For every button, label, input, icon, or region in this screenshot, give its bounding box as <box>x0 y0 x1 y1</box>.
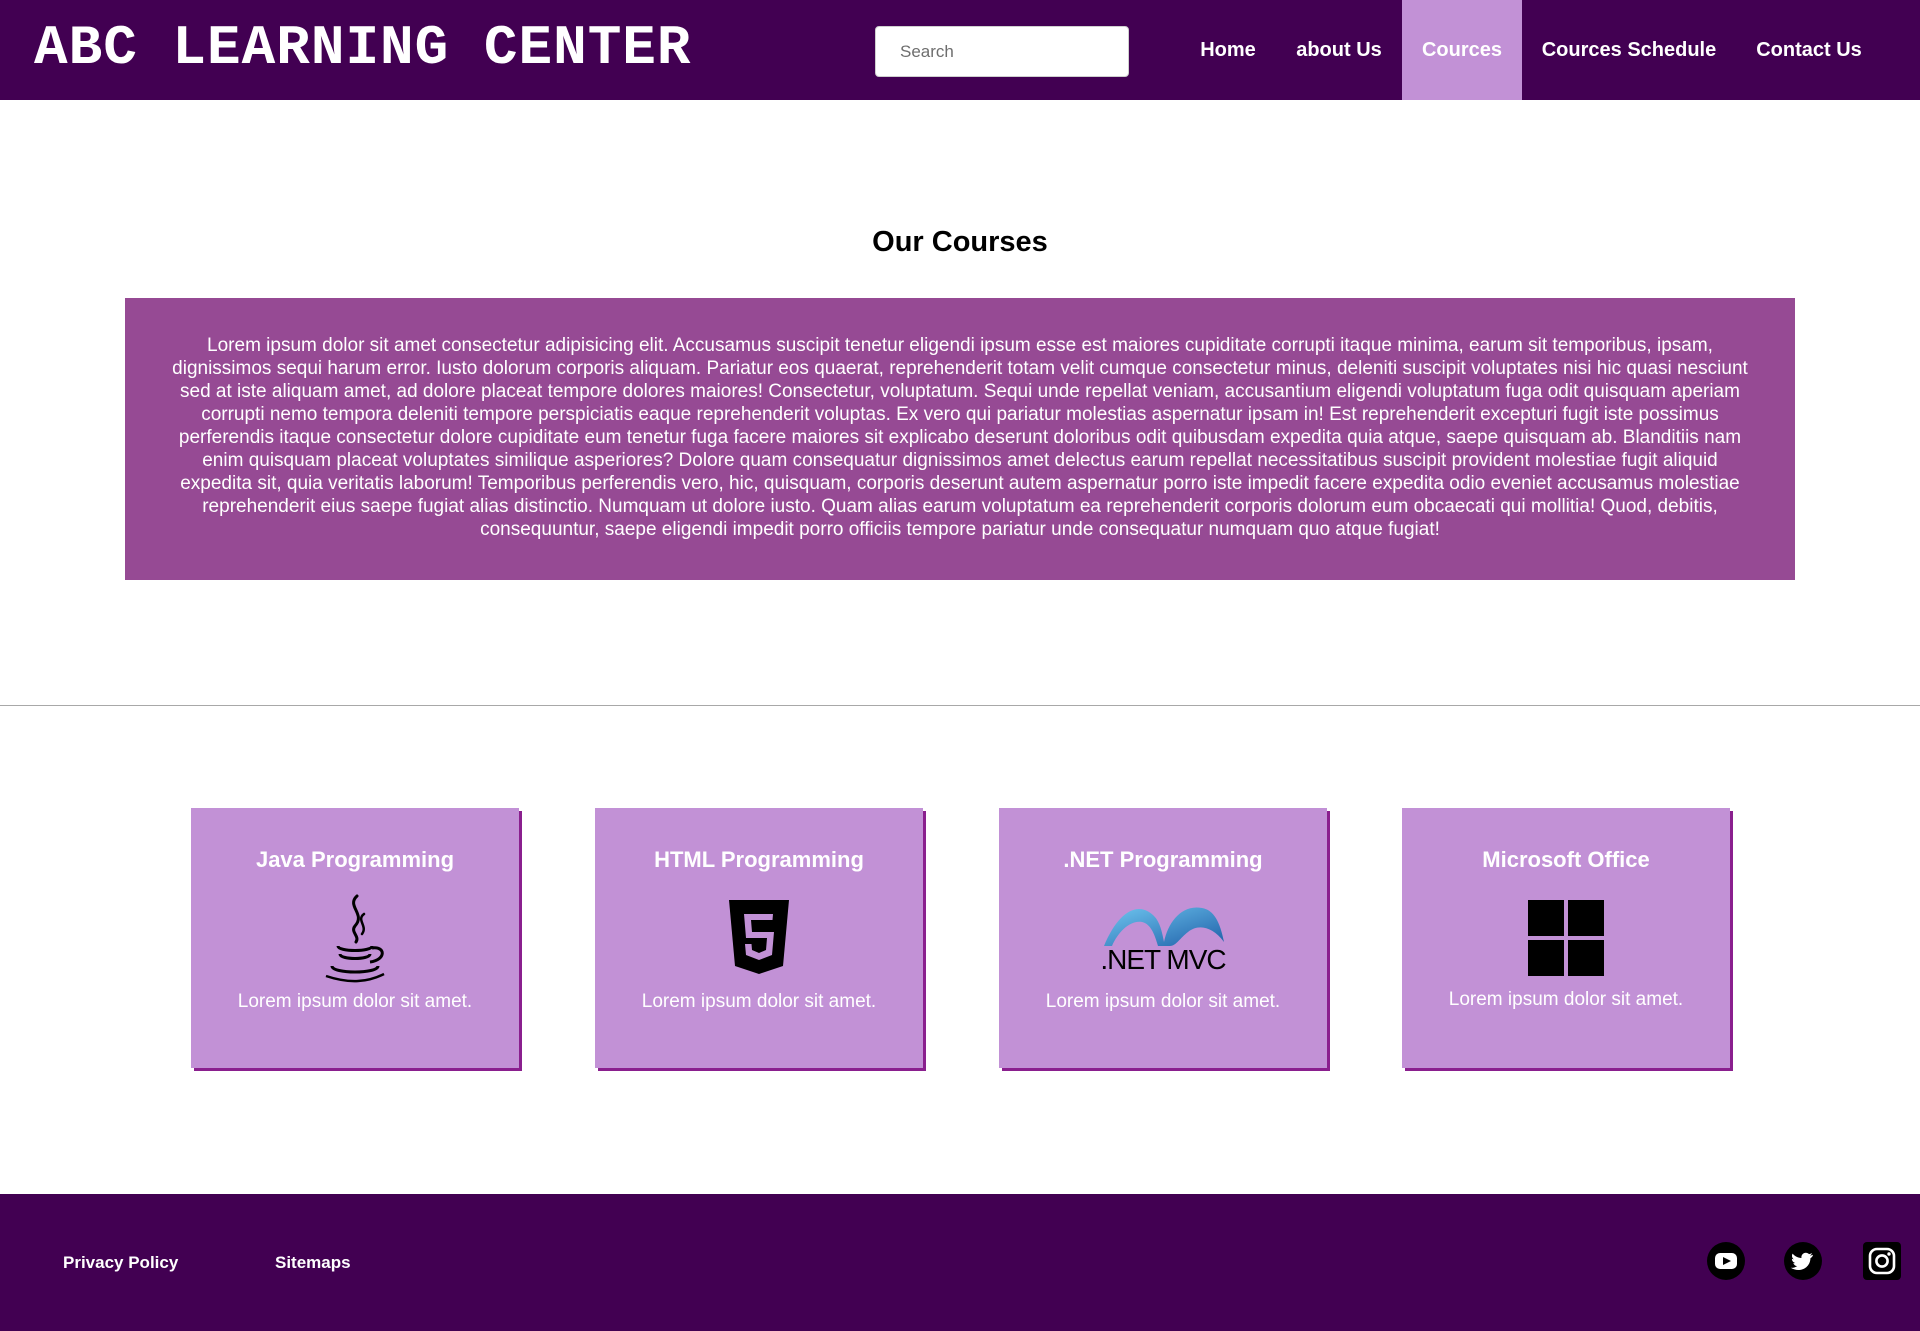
nav-home[interactable]: Home <box>1184 0 1272 100</box>
site-logo-title[interactable]: ABC LEARNING CENTER <box>34 16 692 80</box>
nav-courses-schedule[interactable]: Cources Schedule <box>1530 0 1728 100</box>
course-title: .NET Programming <box>1063 847 1263 872</box>
search-input[interactable] <box>875 26 1129 77</box>
youtube-icon[interactable] <box>1707 1242 1745 1280</box>
intro-paragraph: Lorem ipsum dolor sit amet consectetur a… <box>172 335 1748 540</box>
course-card-html[interactable]: HTML Programming Lorem ipsum dolor sit a… <box>595 808 923 1068</box>
dotnet-wave-icon <box>1104 907 1224 946</box>
course-card-office[interactable]: Microsoft Office Lorem ipsum dolor sit a… <box>1402 808 1730 1068</box>
sitemaps-link[interactable]: Sitemaps <box>275 1252 351 1274</box>
instagram-icon[interactable] <box>1863 1242 1901 1280</box>
top-navbar: ABC LEARNING CENTER Home about Us Cource… <box>0 0 1920 100</box>
page-title: Our Courses <box>872 226 1048 258</box>
course-title: Microsoft Office <box>1482 847 1650 872</box>
nav-contact-us[interactable]: Contact Us <box>1738 0 1880 100</box>
course-card-dotnet[interactable]: .NET Programming .NET MVC Lorem ipsum do… <box>999 808 1327 1068</box>
intro-text-box: Lorem ipsum dolor sit amet consectetur a… <box>125 298 1795 580</box>
nav-about-us[interactable]: about Us <box>1282 0 1396 100</box>
dotnet-mvc-text: .NET MVC <box>1100 944 1226 975</box>
java-icon <box>320 892 390 984</box>
course-card-java[interactable]: Java Programming Lorem ipsum dolor sit a… <box>191 808 519 1068</box>
course-title: HTML Programming <box>654 847 864 872</box>
privacy-policy-link[interactable]: Privacy Policy <box>63 1252 178 1274</box>
course-description: Lorem ipsum dolor sit amet. <box>1448 989 1684 1010</box>
html5-icon <box>727 892 791 984</box>
dotnet-mvc-logo: .NET MVC <box>1098 892 1228 984</box>
nav-courses[interactable]: Cources <box>1402 0 1522 100</box>
footer: Privacy Policy Sitemaps <box>0 1194 1920 1331</box>
course-description: Lorem ipsum dolor sit amet. <box>1045 991 1281 1012</box>
course-description: Lorem ipsum dolor sit amet. <box>641 991 877 1012</box>
course-description: Lorem ipsum dolor sit amet. <box>237 991 473 1012</box>
course-title: Java Programming <box>255 847 455 872</box>
twitter-icon[interactable] <box>1784 1242 1822 1280</box>
windows-icon <box>1528 892 1604 984</box>
section-divider <box>0 705 1920 706</box>
